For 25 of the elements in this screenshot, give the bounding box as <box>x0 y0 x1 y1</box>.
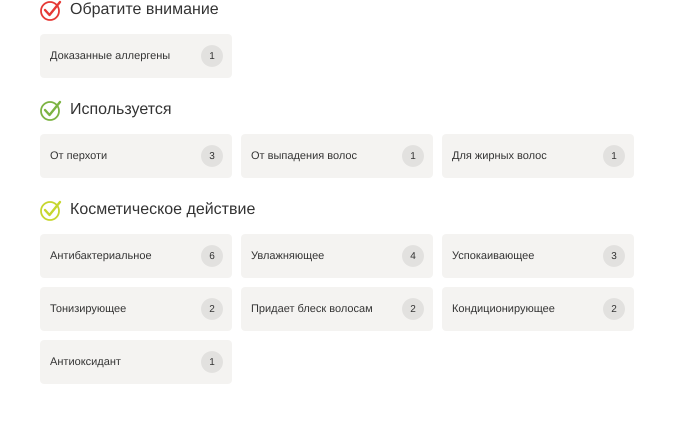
count-badge: 4 <box>402 245 424 267</box>
count-badge: 1 <box>402 145 424 167</box>
tag-card[interactable]: Для жирных волос 1 <box>442 134 634 178</box>
section-title: Косметическое действие <box>70 200 256 220</box>
tag-card[interactable]: Доказанные аллергены 1 <box>40 34 232 78</box>
tag-card[interactable]: Успокаивающее 3 <box>442 234 634 278</box>
count-badge: 3 <box>603 245 625 267</box>
count-badge: 2 <box>603 298 625 320</box>
count-badge: 6 <box>201 245 223 267</box>
tag-card[interactable]: Увлажняющее 4 <box>241 234 433 278</box>
tag-card[interactable]: Придает блеск волосам 2 <box>241 287 433 331</box>
tag-card[interactable]: Тонизирующее 2 <box>40 287 232 331</box>
count-badge: 2 <box>201 298 223 320</box>
tag-card[interactable]: От перхоти 3 <box>40 134 232 178</box>
count-badge: 1 <box>201 351 223 373</box>
tag-card[interactable]: От выпадения волос 1 <box>241 134 433 178</box>
section-title: Обратите внимание <box>70 0 219 20</box>
count-badge: 2 <box>402 298 424 320</box>
count-badge: 1 <box>603 145 625 167</box>
count-badge: 3 <box>201 145 223 167</box>
count-badge: 1 <box>201 45 223 67</box>
tag-card[interactable]: Кондиционирующее 2 <box>442 287 634 331</box>
section-title: Используется <box>70 100 172 120</box>
tag-card[interactable]: Антиоксидант 1 <box>40 340 232 384</box>
tag-card[interactable]: Антибактериальное 6 <box>40 234 232 278</box>
